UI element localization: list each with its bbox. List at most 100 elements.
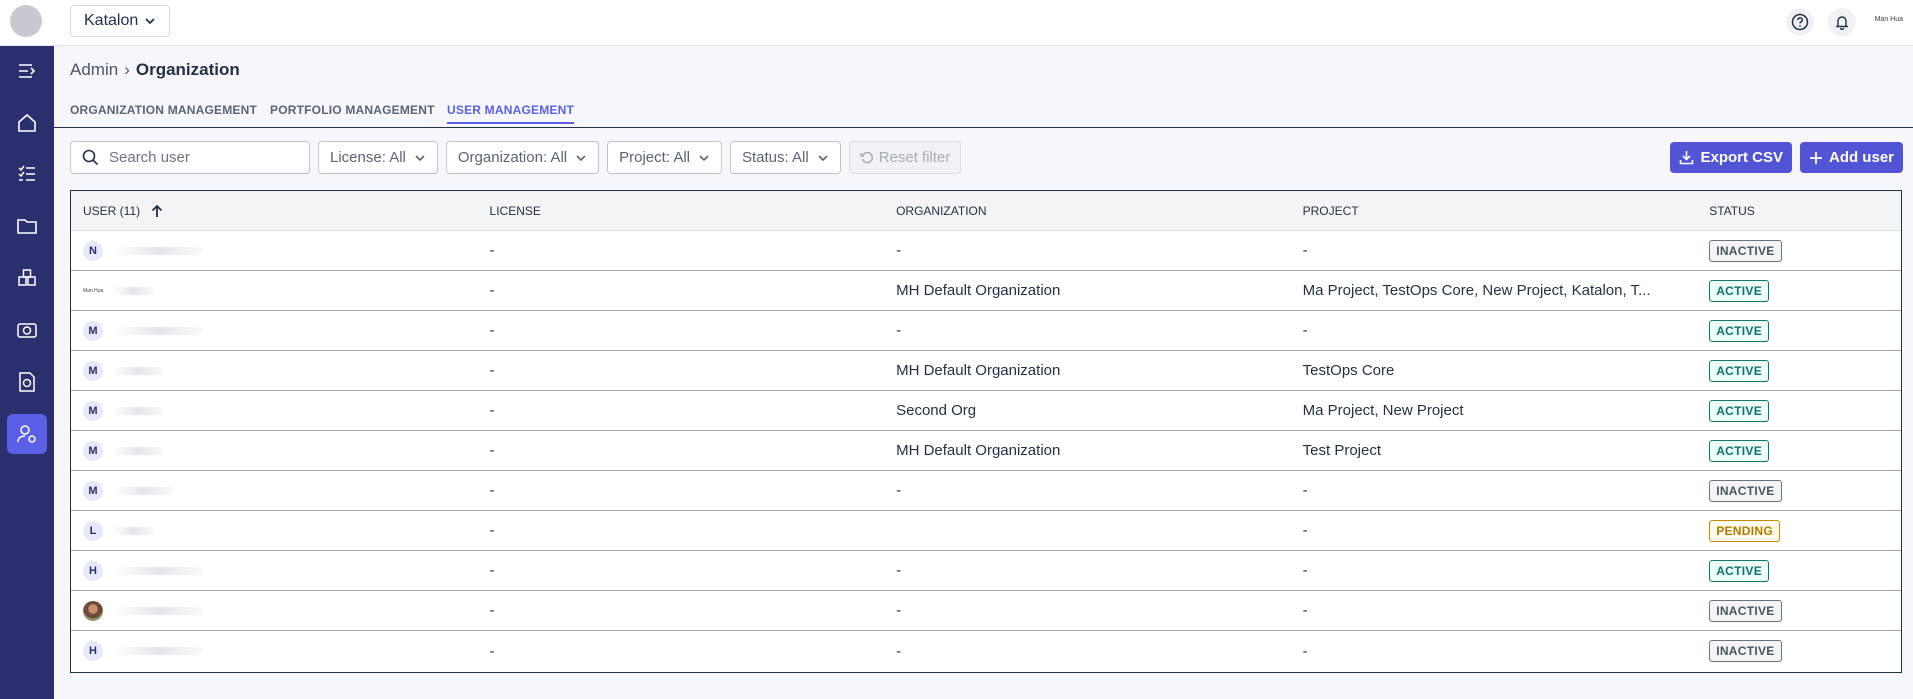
table-row[interactable]: M - MH Default Organization TestOps Core… [71,351,1901,391]
sidebar-toggle[interactable] [7,51,47,91]
project-filter[interactable]: Project: All [607,141,722,174]
sidebar-item-test-cases[interactable] [7,154,47,194]
user-cell: Man Hua [71,281,478,301]
home-icon [18,113,36,132]
search-box [70,141,310,174]
user-name-redacted [113,446,163,455]
license-cell: - [489,402,495,419]
status-badge: ACTIVE [1709,399,1770,422]
org-selector[interactable]: Katalon [70,5,171,37]
table-row[interactable]: Man Hua - MH Default Organization Ma Pro… [71,271,1901,311]
user-name-redacted [113,647,203,655]
status-cell: INACTIVE [1697,239,1901,262]
chevron-down-icon [818,154,828,161]
tab-portfolio-management[interactable]: PORTFOLIO MANAGEMENT [270,103,435,122]
organization-cell: Second Org [896,402,977,419]
status-cell: ACTIVE [1697,319,1901,342]
table-row[interactable]: H - - - INACTIVE [71,631,1901,671]
filter-bar: License: All Organization: All Project: … [70,141,962,174]
user-name-redacted [113,526,153,535]
status-cell: INACTIVE [1697,599,1901,622]
table-row[interactable]: - - - INACTIVE [71,591,1901,631]
user-name[interactable]: Man Hua [1875,16,1903,23]
license-cell: - [489,322,495,339]
header-user-label: USER (11) [83,203,141,218]
organization-cell: - [896,242,902,259]
breadcrumb: Admin › Organization [70,60,240,80]
chevron-down-icon [576,154,586,161]
project-cell: - [1302,322,1308,339]
export-csv-button[interactable]: Export CSV [1670,142,1792,173]
organization-cell: MH Default Organization [896,282,1061,299]
add-user-label: Add user [1828,149,1894,166]
user-cell: M [71,320,478,341]
sidebar [0,46,54,699]
status-filter[interactable]: Status: All [730,141,841,174]
breadcrumb-separator: › [124,60,130,79]
sidebar-item-admin[interactable] [7,414,47,454]
project-cell: - [1302,642,1308,660]
user-name-redacted [113,326,203,335]
avatar: M [83,400,103,421]
export-csv-label: Export CSV [1700,149,1783,166]
status-cell: INACTIVE [1697,479,1901,502]
breadcrumb-admin[interactable]: Admin [70,60,118,80]
license-filter[interactable]: License: All [318,141,438,174]
sidebar-item-home[interactable] [7,103,47,143]
user-cell: N [71,240,478,261]
add-user-button[interactable]: Add user [1799,142,1903,173]
table-row[interactable]: M - Second Org Ma Project, New Project A… [71,391,1901,431]
user-name-redacted [113,606,203,615]
organization-cell: MH Default Organization [896,442,1061,459]
checklist-icon [18,165,35,181]
organization-filter[interactable]: Organization: All [445,141,600,174]
logo[interactable] [10,5,42,37]
user-name-redacted [113,406,163,415]
table-row[interactable]: H - - - ACTIVE [71,551,1901,591]
table-row[interactable]: L - - PENDING [71,511,1901,551]
tab-user-management[interactable]: USER MANAGEMENT [447,103,575,124]
avatar: Man Hua [83,287,104,294]
table-row[interactable]: M - MH Default Organization Test Project… [71,431,1901,471]
notification-button[interactable] [1828,8,1856,36]
organization-cell: - [896,602,902,619]
status-cell: ACTIVE [1697,559,1901,582]
reset-filter-label: Reset filter [878,149,951,166]
table-row[interactable]: N - - - INACTIVE [71,231,1901,271]
status-badge: PENDING [1709,519,1780,542]
user-name-redacted [113,286,154,295]
project-filter-label: Project: All [619,149,690,166]
status-cell: ACTIVE [1697,399,1901,422]
header-organization: ORGANIZATION [896,203,987,218]
sort-ascending-icon[interactable] [150,204,164,218]
avatar-photo [83,600,103,621]
table-row[interactable]: M - - - INACTIVE [71,471,1901,511]
table-row[interactable]: M - - - ACTIVE [71,311,1901,351]
chevron-down-icon [145,18,155,25]
table-header: USER (11) LICENSE ORGANIZATION PROJECT S… [71,191,1901,231]
header-user[interactable]: USER (11) [71,204,478,218]
user-name-redacted [113,566,203,575]
status-cell: ACTIVE [1697,279,1901,302]
status-cell: INACTIVE [1697,640,1901,662]
top-bar: Katalon Man Hua [0,0,1913,46]
project-cell: Ma Project, New Project [1302,402,1464,419]
user-name-redacted [113,246,203,255]
sidebar-item-reports[interactable] [7,362,47,402]
user-cell: M [71,440,478,461]
status-badge: INACTIVE [1709,599,1782,622]
sidebar-item-test-suites[interactable] [7,258,47,298]
organization-cell: - [896,482,902,499]
user-name-redacted [113,486,173,495]
organization-cell: MH Default Organization [896,362,1061,379]
sidebar-item-projects[interactable] [7,206,47,246]
license-filter-label: License: All [330,149,406,166]
license-cell: - [489,562,495,579]
chevron-down-icon [415,154,425,161]
license-cell: - [489,442,495,459]
tab-organization-management[interactable]: ORGANIZATION MANAGEMENT [70,103,257,122]
sidebar-item-visual-testing[interactable] [7,310,47,350]
help-button[interactable] [1786,8,1814,36]
reset-filter-button[interactable]: Reset filter [848,141,962,174]
search-input[interactable] [109,149,299,166]
